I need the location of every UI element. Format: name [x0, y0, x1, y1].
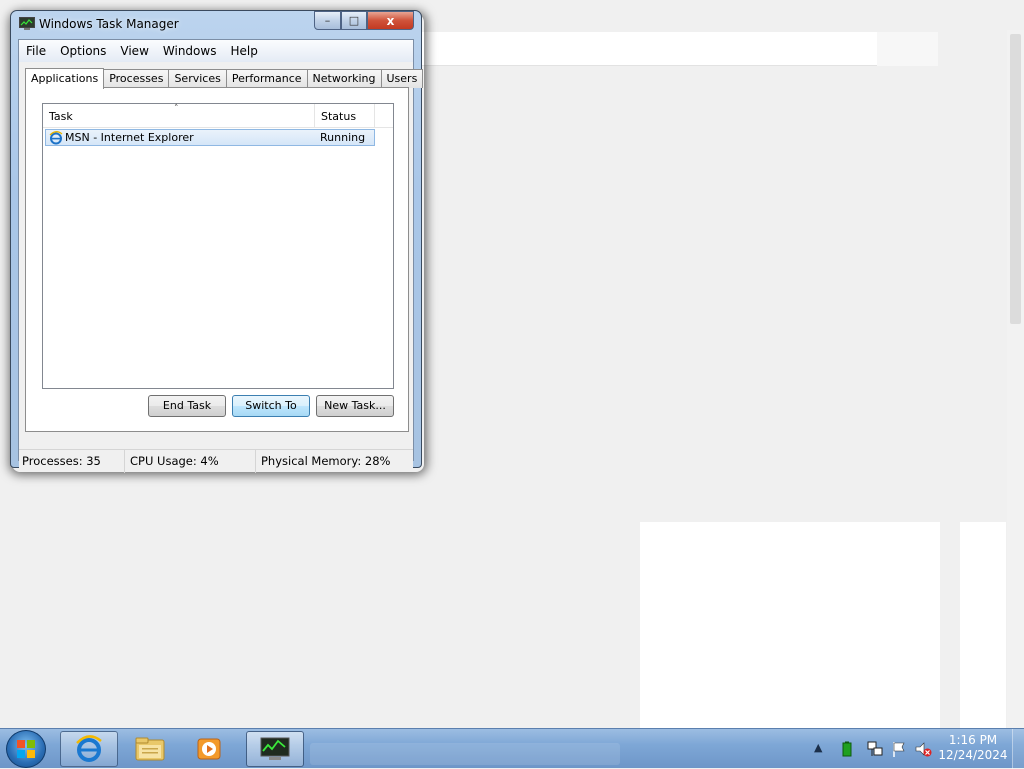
background-content-panel [640, 522, 940, 728]
internet-explorer-icon [76, 735, 102, 762]
background-scrollbar-thumb[interactable] [1010, 34, 1021, 324]
menu-file[interactable]: File [19, 40, 53, 62]
tab-performance[interactable]: Performance [225, 69, 308, 88]
row-task-name: MSN - Internet Explorer [65, 131, 194, 144]
windows-logo-icon [17, 740, 35, 758]
title-bar[interactable]: Windows Task Manager – □ x [11, 11, 421, 39]
start-button[interactable] [6, 730, 46, 768]
menu-windows[interactable]: Windows [156, 40, 224, 62]
desktop: Windows Task Manager – □ x File Options … [0, 0, 1024, 728]
background-browser-toolbar [877, 32, 938, 66]
maximize-button[interactable]: □ [341, 11, 367, 30]
taskbar-internet-explorer[interactable] [60, 731, 118, 767]
ie-icon [49, 131, 63, 145]
minimize-icon: – [324, 14, 331, 27]
end-task-button[interactable]: End Task [148, 395, 226, 417]
background-content-panel-side [960, 522, 1006, 728]
network-icon[interactable] [866, 740, 884, 758]
tab-applications[interactable]: Applications [25, 68, 105, 89]
task-manager-icon [260, 737, 290, 760]
new-task-button[interactable]: New Task... [316, 395, 394, 417]
row-status: Running [320, 131, 366, 144]
tab-strip: Applications Processes Services Performa… [25, 67, 424, 89]
tab-processes[interactable]: Processes [103, 69, 170, 88]
menu-options[interactable]: Options [53, 40, 113, 62]
system-clock[interactable]: 1:16 PM 12/24/2024 [936, 733, 1010, 763]
clock-date: 12/24/2024 [938, 748, 1008, 762]
media-player-icon [197, 738, 221, 760]
maximize-icon: □ [348, 14, 360, 27]
status-processes: Processes: 35 [19, 449, 125, 473]
sort-ascending-icon: ˄ [174, 104, 179, 114]
column-task-label: Task [49, 110, 73, 123]
battery-icon[interactable] [838, 740, 856, 758]
table-row[interactable]: MSN - Internet Explorer Running [45, 129, 375, 146]
show-desktop-button[interactable] [1012, 729, 1024, 769]
clock-time: 1:16 PM [948, 733, 998, 747]
tab-users[interactable]: Users [380, 69, 424, 88]
taskbar: ▲ 1:16 PM 12/24/2024 [0, 728, 1024, 769]
tab-services[interactable]: Services [168, 69, 227, 88]
taskbar-glow [310, 743, 620, 765]
show-hidden-icons-chevron-icon[interactable]: ▲ [814, 741, 822, 754]
status-bar: Processes: 35 CPU Usage: 4% Physical Mem… [19, 449, 413, 473]
close-button[interactable]: x [367, 11, 414, 30]
menu-bar: File Options View Windows Help [19, 40, 413, 62]
menu-help[interactable]: Help [223, 40, 264, 62]
status-cpu-usage: CPU Usage: 4% [125, 449, 256, 473]
folder-icon [135, 737, 165, 761]
window-body: File Options View Windows Help Applicati… [18, 39, 424, 473]
taskbar-windows-explorer[interactable] [121, 731, 179, 767]
task-list[interactable]: Task ˄ Status MSN - Internet Explorer Ru… [42, 103, 394, 389]
task-manager-window: Windows Task Manager – □ x File Options … [10, 10, 424, 473]
taskbar-task-manager[interactable] [246, 731, 304, 767]
close-icon: x [386, 13, 395, 28]
tab-networking[interactable]: Networking [306, 69, 382, 88]
minimize-button[interactable]: – [314, 11, 341, 30]
task-manager-icon [19, 17, 35, 30]
background-browser-address-bar[interactable] [420, 32, 938, 66]
applications-page: Task ˄ Status MSN - Internet Explorer Ru… [25, 87, 409, 432]
column-header-status[interactable]: Status [315, 104, 375, 128]
menu-view[interactable]: View [113, 40, 155, 62]
status-physical-memory: Physical Memory: 28% [261, 453, 391, 468]
volume-muted-icon[interactable] [914, 740, 932, 758]
column-header-task[interactable]: Task ˄ [43, 104, 315, 128]
column-status-label: Status [321, 110, 357, 123]
action-center-flag-icon[interactable] [890, 740, 908, 758]
list-header: Task ˄ Status [43, 104, 393, 128]
taskbar-windows-media-player[interactable] [180, 731, 238, 767]
switch-to-button[interactable]: Switch To [232, 395, 310, 417]
window-title: Windows Task Manager [39, 17, 179, 31]
